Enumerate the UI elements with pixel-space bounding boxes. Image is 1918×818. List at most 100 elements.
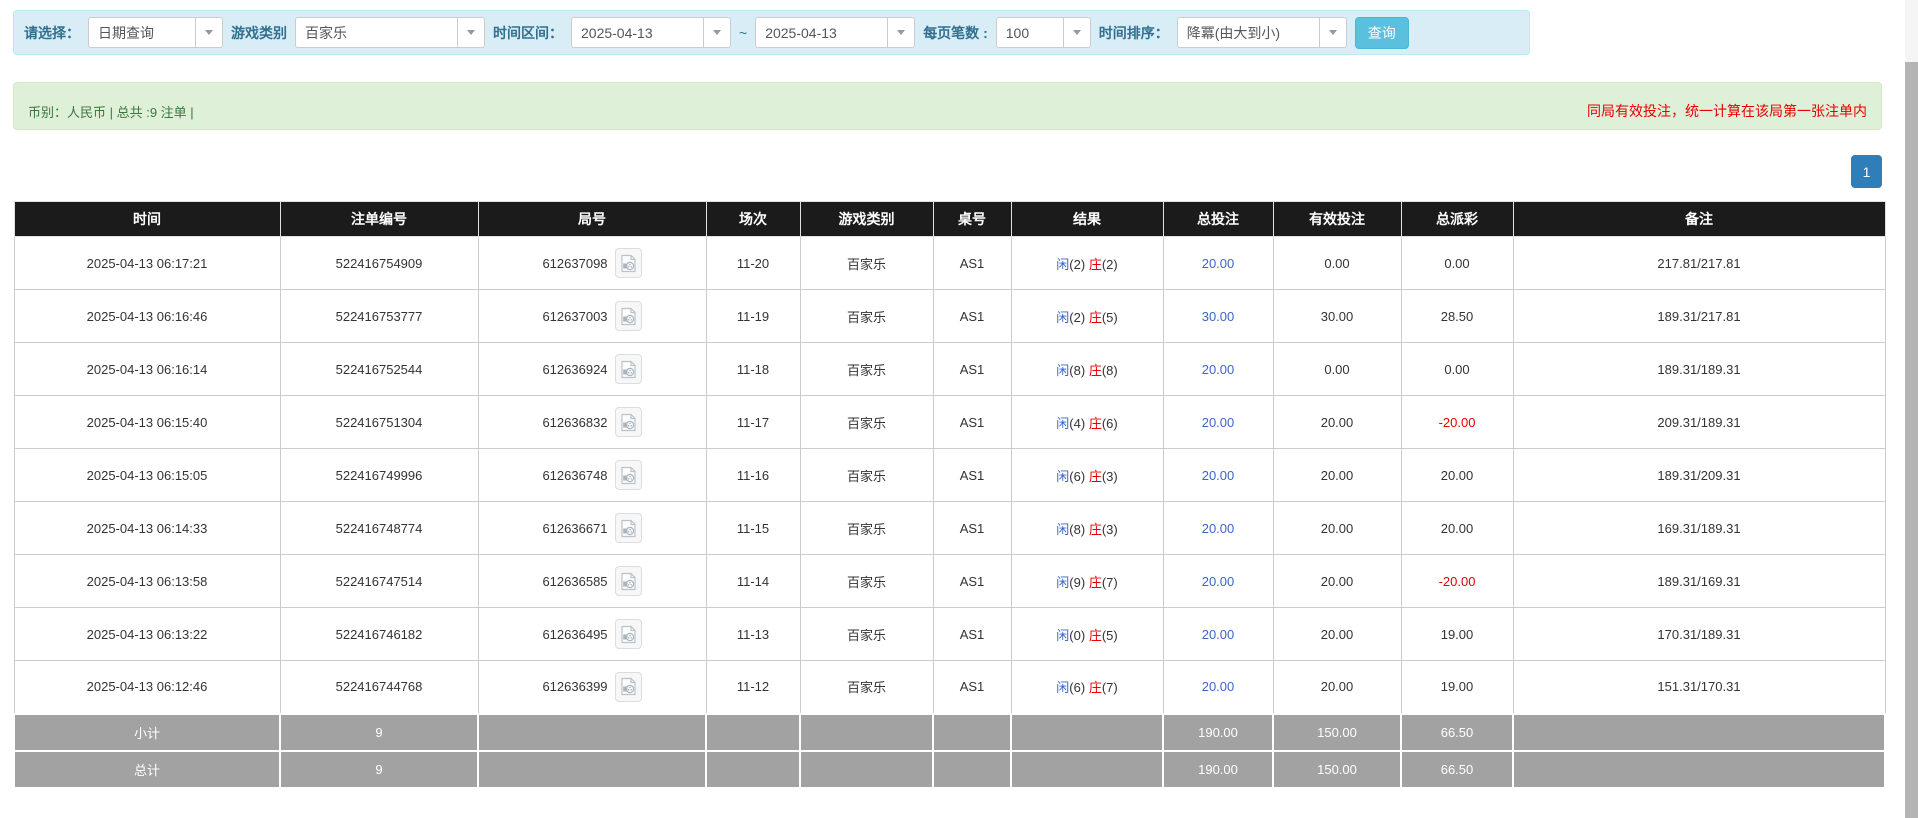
payout-cell: 19.00 bbox=[1401, 661, 1513, 714]
game-category-cell: 百家乐 bbox=[800, 502, 933, 555]
banker-score: (3) bbox=[1102, 522, 1118, 537]
vertical-scrollbar[interactable] bbox=[1905, 0, 1918, 818]
total-bet-link[interactable]: 20.00 bbox=[1202, 468, 1235, 483]
video-replay-button[interactable] bbox=[615, 619, 642, 649]
session-cell: 11-20 bbox=[706, 237, 800, 290]
query-type-value: 日期查询 bbox=[89, 18, 195, 47]
banker-label: 庄 bbox=[1089, 257, 1102, 272]
query-type-select[interactable]: 日期查询 bbox=[88, 17, 223, 48]
header-game-category: 游戏类别 bbox=[800, 202, 933, 237]
round-id-cell: 612636495 bbox=[478, 608, 706, 661]
total-bet-link[interactable]: 20.00 bbox=[1202, 627, 1235, 642]
total-bet-cell: 30.00 bbox=[1163, 290, 1273, 343]
round-id-value: 612636399 bbox=[542, 679, 607, 694]
valid-bet-cell: 20.00 bbox=[1273, 449, 1401, 502]
game-category-cell: 百家乐 bbox=[800, 290, 933, 343]
valid-bet-cell: 20.00 bbox=[1273, 396, 1401, 449]
summary-total-bet-cell: 190.00 bbox=[1163, 751, 1273, 788]
round-id-value: 612636585 bbox=[542, 574, 607, 589]
banker-label: 庄 bbox=[1089, 416, 1102, 431]
total-bet-link[interactable]: 20.00 bbox=[1202, 362, 1235, 377]
player-label: 闲 bbox=[1056, 310, 1069, 325]
summary-valid-bet-cell: 150.00 bbox=[1273, 714, 1401, 751]
header-session: 场次 bbox=[706, 202, 800, 237]
round-id-cell: 612636671 bbox=[478, 502, 706, 555]
banker-score: (3) bbox=[1102, 469, 1118, 484]
total-bet-link[interactable]: 20.00 bbox=[1202, 679, 1235, 694]
video-replay-button[interactable] bbox=[615, 566, 642, 596]
scrollbar-thumb[interactable] bbox=[1905, 62, 1918, 818]
table-no-cell: AS1 bbox=[933, 237, 1011, 290]
session-cell: 11-18 bbox=[706, 343, 800, 396]
page-1-button[interactable]: 1 bbox=[1851, 155, 1882, 188]
bet-records-table: 时间 注单编号 局号 场次 游戏类别 桌号 结果 总投注 有效投注 总派彩 备注… bbox=[13, 201, 1886, 789]
player-label: 闲 bbox=[1056, 628, 1069, 643]
chevron-down-icon bbox=[195, 18, 222, 47]
date-from-select[interactable]: 2025-04-13 bbox=[571, 17, 731, 48]
video-replay-button[interactable] bbox=[615, 460, 642, 490]
video-icon bbox=[620, 307, 637, 326]
summary-payout-cell: 66.50 bbox=[1401, 751, 1513, 788]
page-size-value: 100 bbox=[997, 18, 1063, 47]
time-cell: 2025-04-13 06:13:22 bbox=[14, 608, 280, 661]
total-bet-link[interactable]: 20.00 bbox=[1202, 574, 1235, 589]
search-button[interactable]: 查询 bbox=[1355, 17, 1409, 49]
valid-bet-cell: 20.00 bbox=[1273, 502, 1401, 555]
video-replay-button[interactable] bbox=[615, 513, 642, 543]
summary-count-cell: 9 bbox=[280, 751, 478, 788]
total-bet-link[interactable]: 30.00 bbox=[1202, 309, 1235, 324]
summary-count-cell: 9 bbox=[280, 714, 478, 751]
player-score: (6) bbox=[1069, 469, 1085, 484]
player-score: (2) bbox=[1069, 310, 1085, 325]
player-label: 闲 bbox=[1056, 363, 1069, 378]
video-replay-button[interactable] bbox=[615, 354, 642, 384]
round-id-value: 612637003 bbox=[542, 309, 607, 324]
player-score: (9) bbox=[1069, 575, 1085, 590]
time-cell: 2025-04-13 06:12:46 bbox=[14, 661, 280, 714]
result-cell: 闲(4) 庄(6) bbox=[1011, 396, 1163, 449]
game-category-cell: 百家乐 bbox=[800, 608, 933, 661]
table-no-cell: AS1 bbox=[933, 396, 1011, 449]
round-id-value: 612637098 bbox=[542, 256, 607, 271]
date-to-select[interactable]: 2025-04-13 bbox=[755, 17, 915, 48]
banker-score: (7) bbox=[1102, 680, 1118, 695]
header-valid-bet: 有效投注 bbox=[1273, 202, 1401, 237]
summary-label-cell: 小计 bbox=[14, 714, 280, 751]
header-round-id: 局号 bbox=[478, 202, 706, 237]
filter-panel: 请选择： 日期查询 游戏类别 百家乐 时间区间： 2025-04-13 ~ 20… bbox=[13, 10, 1530, 55]
payout-cell: 19.00 bbox=[1401, 608, 1513, 661]
game-category-cell: 百家乐 bbox=[800, 449, 933, 502]
video-replay-button[interactable] bbox=[615, 248, 642, 278]
page-size-select[interactable]: 100 bbox=[996, 17, 1091, 48]
player-score: (8) bbox=[1069, 522, 1085, 537]
video-replay-button[interactable] bbox=[615, 301, 642, 331]
video-replay-button[interactable] bbox=[615, 672, 642, 702]
total-bet-cell: 20.00 bbox=[1163, 343, 1273, 396]
round-id-value: 612636495 bbox=[542, 627, 607, 642]
session-cell: 11-13 bbox=[706, 608, 800, 661]
tilde-separator: ~ bbox=[739, 25, 747, 41]
total-bet-link[interactable]: 20.00 bbox=[1202, 256, 1235, 271]
payout-cell: 0.00 bbox=[1401, 237, 1513, 290]
header-payout: 总派彩 bbox=[1401, 202, 1513, 237]
bet-id-cell: 522416746182 bbox=[280, 608, 478, 661]
player-label: 闲 bbox=[1056, 416, 1069, 431]
date-from-value: 2025-04-13 bbox=[572, 18, 703, 47]
table-row: 2025-04-13 06:15:05 522416749996 6126367… bbox=[14, 449, 1885, 502]
total-bet-link[interactable]: 20.00 bbox=[1202, 415, 1235, 430]
table-row: 2025-04-13 06:16:14 522416752544 6126369… bbox=[14, 343, 1885, 396]
game-category-cell: 百家乐 bbox=[800, 396, 933, 449]
time-cell: 2025-04-13 06:16:14 bbox=[14, 343, 280, 396]
session-cell: 11-12 bbox=[706, 661, 800, 714]
total-bet-link[interactable]: 20.00 bbox=[1202, 521, 1235, 536]
video-replay-button[interactable] bbox=[615, 407, 642, 437]
valid-bet-cell: 0.00 bbox=[1273, 237, 1401, 290]
table-row: 2025-04-13 06:15:40 522416751304 6126368… bbox=[14, 396, 1885, 449]
game-category-select[interactable]: 百家乐 bbox=[295, 17, 485, 48]
player-label: 闲 bbox=[1056, 522, 1069, 537]
summary-row: 总计 9 190.00 150.00 66.50 bbox=[14, 751, 1885, 788]
player-score: (4) bbox=[1069, 416, 1085, 431]
sort-select[interactable]: 降冪(由大到小) bbox=[1177, 17, 1347, 48]
player-label: 闲 bbox=[1056, 469, 1069, 484]
sort-label: 时间排序： bbox=[1099, 23, 1169, 43]
